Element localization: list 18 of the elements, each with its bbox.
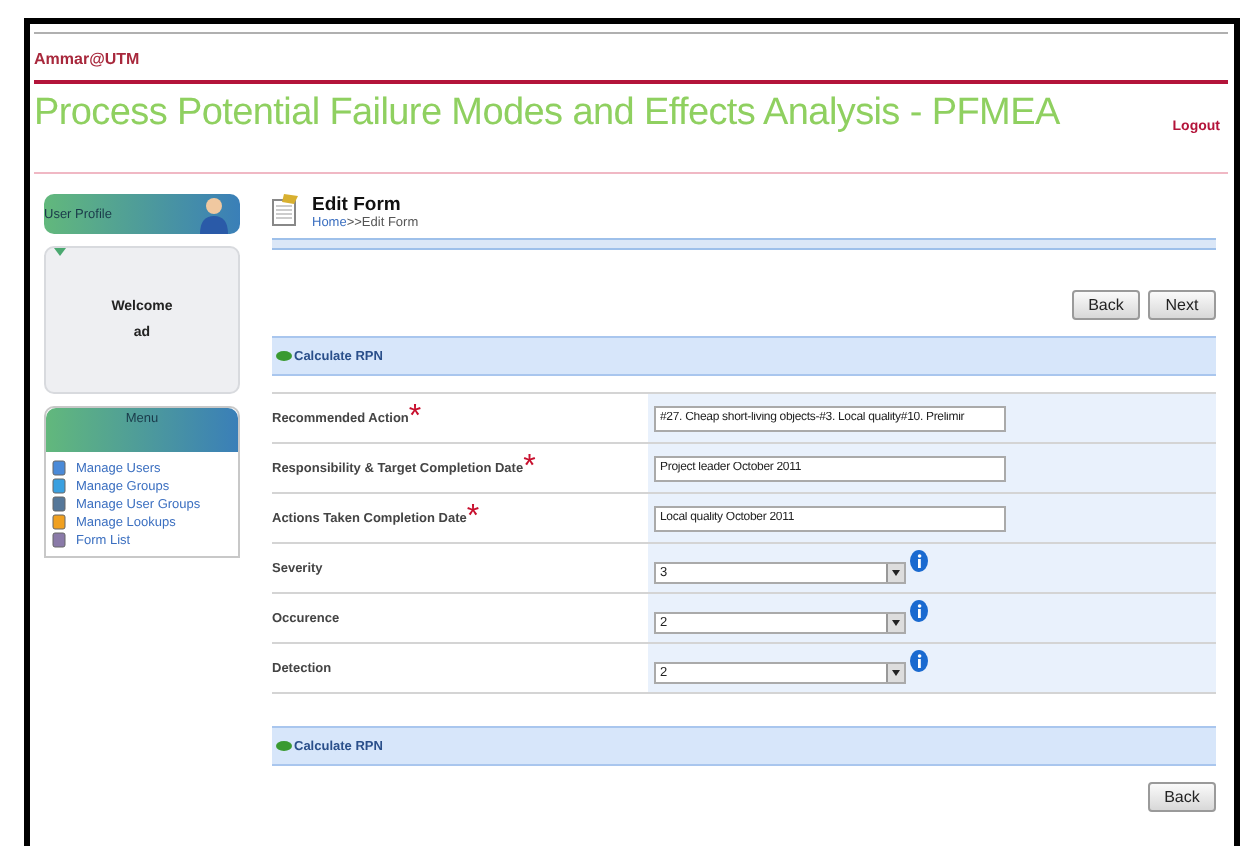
user-name: Ammar@UTM xyxy=(34,50,140,68)
nav-button[interactable]: Next xyxy=(1148,290,1216,320)
caret-icon xyxy=(892,669,900,675)
form-icon xyxy=(272,194,300,226)
required-mark: * xyxy=(466,500,480,536)
back-button[interactable]: Back xyxy=(1148,782,1216,812)
person-icon xyxy=(200,194,228,234)
pointer-icon xyxy=(54,248,66,256)
required-mark: * xyxy=(523,450,536,486)
required-mark: * xyxy=(408,400,422,436)
caret-icon xyxy=(892,619,900,625)
info-icon[interactable] xyxy=(910,550,928,572)
info-icon[interactable] xyxy=(910,600,928,622)
caret-icon xyxy=(892,569,900,575)
app-title: Process Potential Failure Modes and Effects Analysis - PFMEA xyxy=(34,92,1060,136)
info-icon[interactable] xyxy=(910,650,928,672)
page-title: Edit Form xyxy=(312,194,403,216)
nav-button[interactable]: Back xyxy=(1072,290,1140,320)
